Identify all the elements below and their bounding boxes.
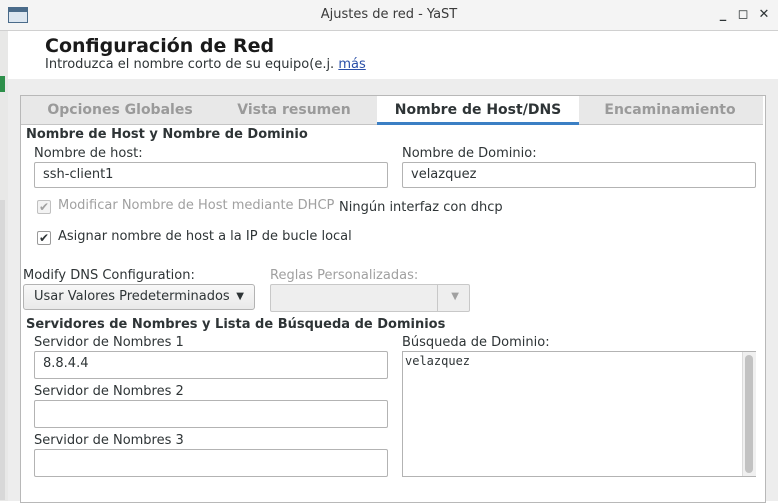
- servers-section-title: Servidores de Nombres y Lista de Búsqued…: [26, 317, 446, 332]
- window-title: Ajustes de red - YaST: [320, 7, 458, 22]
- maximize-button[interactable]: ◻: [734, 6, 752, 24]
- ns3-label: Servidor de Nombres 3: [34, 433, 184, 448]
- dhcp-hostname-checkbox[interactable]: ✔: [37, 200, 51, 214]
- tab-global-options[interactable]: Opciones Globales: [22, 96, 218, 124]
- custom-rules-label: Reglas Personalizadas:: [270, 268, 419, 283]
- ns1-input[interactable]: 8.8.4.4: [34, 351, 388, 379]
- ns2-input[interactable]: [34, 400, 388, 428]
- ns3-input[interactable]: [34, 449, 388, 477]
- tab-routing[interactable]: Encaminamiento: [586, 96, 754, 124]
- combo-divider: [437, 285, 438, 311]
- loopback-label: Asignar nombre de host a la IP de bucle …: [58, 229, 352, 244]
- host-section-title: Nombre de Host y Nombre de Dominio: [26, 127, 308, 142]
- search-domain-textarea[interactable]: velazquez: [402, 351, 756, 477]
- domain-name-label: Nombre de Dominio:: [402, 146, 537, 161]
- tab-overview[interactable]: Vista resumen: [218, 96, 370, 124]
- loopback-checkbox[interactable]: ✔: [37, 231, 51, 245]
- minimize-button[interactable]: _: [714, 6, 732, 24]
- custom-rules-combo[interactable]: ▼: [270, 284, 470, 312]
- chevron-down-icon: ▼: [236, 291, 244, 302]
- desktop-widget: [0, 200, 5, 500]
- dhcp-hostname-label: Modificar Nombre de Host mediante DHCP: [58, 198, 335, 213]
- chevron-down-icon: ▼: [451, 291, 459, 302]
- more-link[interactable]: más: [338, 57, 365, 72]
- search-domain-value: velazquez: [405, 354, 471, 368]
- dns-config-select[interactable]: Usar Valores Predeterminados ▼: [23, 284, 255, 310]
- dns-config-label: Modify DNS Configuration:: [23, 268, 195, 283]
- hostname-label: Nombre de host:: [34, 146, 143, 161]
- domain-name-input[interactable]: velazquez: [402, 162, 756, 188]
- scrollbar-thumb[interactable]: [745, 355, 753, 473]
- page-title: Configuración de Red: [45, 35, 275, 57]
- ns2-label: Servidor de Nombres 2: [34, 384, 184, 399]
- search-domain-label: Búsqueda de Dominio:: [402, 335, 550, 350]
- dhcp-note: Ningún interfaz con dhcp: [339, 200, 503, 215]
- page-subtitle: Introduzca el nombre corto de su equipo(…: [45, 57, 366, 72]
- tab-hostname-dns[interactable]: Nombre de Host/DNS: [377, 96, 579, 125]
- dns-config-selected: Usar Valores Predeterminados: [34, 289, 230, 304]
- desktop-widget: [0, 76, 5, 92]
- ns1-label: Servidor de Nombres 1: [34, 335, 184, 350]
- close-button[interactable]: ✕: [755, 6, 773, 24]
- hostname-input[interactable]: ssh-client1: [34, 162, 388, 188]
- subtitle-text: Introduzca el nombre corto de su equipo(…: [45, 57, 335, 72]
